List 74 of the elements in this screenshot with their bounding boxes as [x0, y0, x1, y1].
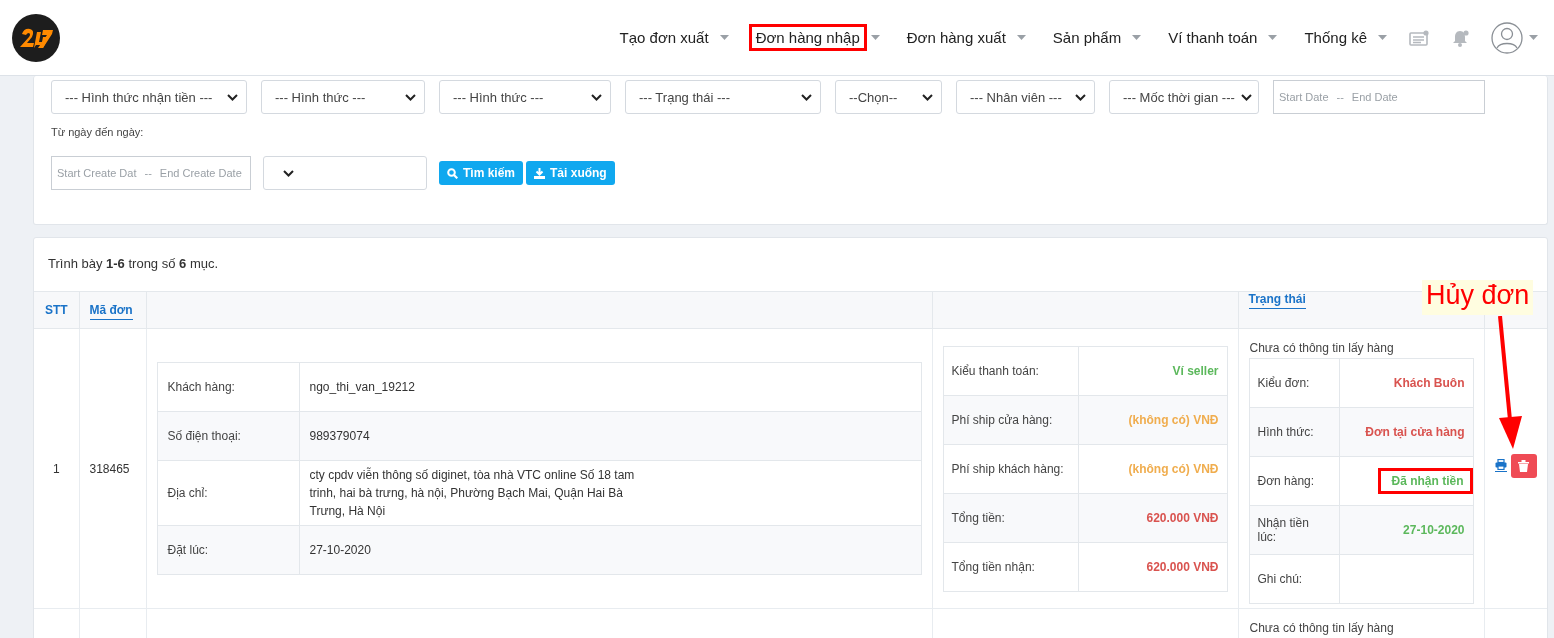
caret-icon — [1268, 35, 1278, 40]
field-label: Phí ship khách hàng: — [951, 461, 1064, 476]
chevron-down-icon — [227, 93, 238, 101]
delete-button[interactable] — [1510, 453, 1537, 478]
avatar-icon — [1491, 21, 1523, 54]
field-value: (không có) VNĐ — [1128, 412, 1219, 427]
logo-icon — [12, 13, 60, 62]
sort-link[interactable]: Trạng thái — [1248, 292, 1306, 309]
field-label: Nhận tiền lúc: — [1257, 516, 1309, 544]
dropdown[interactable]: --Chọn-- — [835, 80, 942, 114]
field-label: Đơn hàng: — [1257, 474, 1315, 488]
dropdown[interactable]: --- Hình thức --- — [261, 80, 425, 114]
caret-icon — [1378, 35, 1387, 40]
dropdown[interactable]: --- Nhân viên --- — [956, 80, 1095, 114]
field-label: Số điện thoại: — [167, 429, 241, 443]
table-cell: 318465 — [89, 461, 130, 476]
trash-icon — [1518, 459, 1529, 472]
caret-icon — [1529, 35, 1538, 40]
nav-link[interactable]: Tạo đơn xuất — [612, 24, 716, 51]
field-value: 620.000 VNĐ — [1146, 559, 1219, 574]
field-value: ngo_thi_van_19212 — [309, 380, 416, 394]
printer-icon — [1494, 459, 1507, 470]
news-icon — [1409, 29, 1429, 46]
field-value: 620.000 VNĐ — [1146, 510, 1219, 525]
field-label: Phí ship cửa hàng: — [951, 412, 1053, 427]
field-label: Đặt lúc: — [167, 543, 209, 557]
table-cell: 1 — [52, 461, 60, 476]
field-value: Đã nhận tiền — [1378, 468, 1473, 494]
field-value: Đơn tại cửa hàng — [1365, 425, 1465, 439]
pickup-note: Chưa có thông tin lấy hàng — [1249, 341, 1395, 355]
chevron-down-icon — [801, 93, 812, 101]
field-value: (không có) VNĐ — [1128, 461, 1219, 476]
field-label: Từ ngày đến ngày: — [51, 126, 145, 138]
chevron-down-icon — [405, 93, 416, 101]
field-label: Tổng tiền: — [951, 510, 1005, 525]
dropdown[interactable]: --- Trạng thái --- — [625, 80, 821, 114]
nav-link[interactable]: Sản phẩm — [1045, 24, 1129, 51]
chevron-down-icon — [591, 93, 602, 101]
caret-icon — [1132, 35, 1142, 40]
print-link[interactable] — [1494, 459, 1507, 472]
caret-icon — [719, 35, 729, 40]
field-label: Tổng tiền nhận: — [951, 559, 1035, 574]
nav-link[interactable]: Thống kê — [1297, 24, 1374, 51]
field-value: cty cpdv viễn thông số diginet, tòa nhà VTC online Số 18 tam trinh, hai bà trưng, hà nội, Phường Bạch Mai, Quận Hai Bà Trưng, Hà Nội — [309, 466, 636, 520]
chevron-down-icon — [1075, 93, 1086, 101]
field-label: Khách hàng: — [167, 380, 235, 394]
field-value: 989379074 — [309, 429, 371, 443]
field-value: 27-10-2020 — [1403, 523, 1465, 537]
bell-icon — [1451, 28, 1469, 47]
chevron-down-icon — [1240, 93, 1252, 101]
nav-link[interactable]: Đơn hàng nhập — [748, 24, 867, 51]
field-label: Kiểu đơn: — [1257, 376, 1310, 390]
download-icon — [534, 167, 546, 179]
dropdown[interactable]: --- Hình thức nhận tiền --- — [51, 80, 247, 114]
chevron-down-icon — [283, 169, 294, 177]
caret-icon — [1016, 35, 1026, 40]
column-header: STT — [44, 303, 68, 317]
nav-link[interactable]: Đơn hàng xuất — [899, 24, 1013, 51]
dropdown[interactable]: --- Mốc thời gian --- — [1109, 80, 1259, 114]
field-label: Kiểu thanh toán: — [951, 363, 1039, 378]
dropdown[interactable]: --- Hình thức --- — [439, 80, 611, 114]
field-label: Ghi chú: — [1257, 572, 1303, 586]
field-value: Khách Buôn — [1393, 376, 1465, 390]
field-label: Hình thức: — [1257, 425, 1314, 439]
nav-link[interactable]: Ví thanh toán — [1161, 24, 1265, 51]
field-label: Địa chỉ: — [167, 486, 208, 500]
field-value: Ví seller — [1172, 363, 1219, 378]
search-icon — [447, 167, 458, 179]
annotation-label: Hủy đơn — [1422, 280, 1534, 315]
pickup-note: Chưa có thông tin lấy hàng — [1249, 621, 1395, 635]
caret-icon — [870, 35, 880, 40]
results-summary: Trình bày 1-6 trong số 6 mục. — [47, 255, 220, 273]
chevron-down-icon — [922, 93, 933, 101]
field-value: 27-10-2020 — [309, 543, 372, 557]
